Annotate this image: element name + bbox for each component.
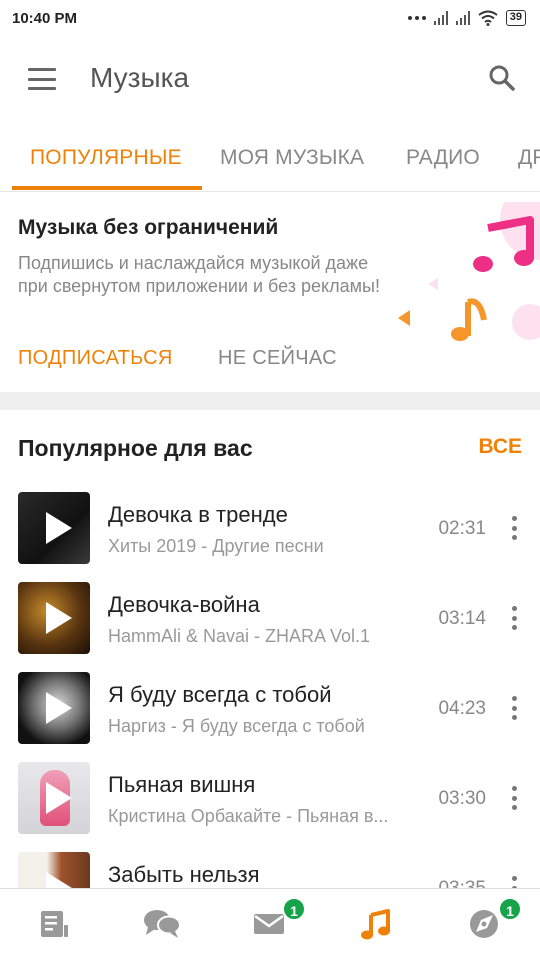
- promo-illustration: [398, 202, 540, 341]
- play-icon[interactable]: [46, 782, 72, 814]
- music-icon: [361, 909, 390, 940]
- section-divider: [0, 392, 540, 410]
- tab-my-music[interactable]: МОЯ МУЗЫКА: [220, 146, 364, 170]
- wifi-icon: [478, 10, 498, 26]
- more-options-icon[interactable]: [512, 516, 518, 540]
- list-item[interactable]: Я буду всегда с тобой Наргиз - Я буду вс…: [0, 672, 540, 762]
- bottom-navigation: 1 1: [0, 888, 540, 960]
- status-time: 10:40 PM: [12, 9, 78, 27]
- subscribe-button[interactable]: ПОДПИСАТЬСЯ: [18, 347, 173, 370]
- play-icon[interactable]: [46, 512, 72, 544]
- track-duration: 02:31: [438, 518, 486, 539]
- list-item[interactable]: Девочка в тренде Хиты 2019 - Другие песн…: [0, 492, 540, 582]
- discover-icon: [470, 910, 498, 938]
- nav-feed[interactable]: [38, 907, 78, 943]
- promo-text: Подпишись и наслаждайся музыкой даже при…: [18, 253, 380, 296]
- track-subtitle: Хиты 2019 - Другие песни: [108, 536, 324, 556]
- signal-icon-2: [455, 11, 470, 25]
- tab-bar: ПОПУЛЯРНЫЕ МОЯ МУЗЫКА РАДИО ДР: [0, 120, 540, 192]
- battery-icon: 39: [505, 10, 526, 26]
- not-now-button[interactable]: НЕ СЕЙЧАС: [218, 347, 337, 370]
- mail-icon: [254, 914, 284, 934]
- menu-icon[interactable]: [28, 68, 56, 90]
- list-item[interactable]: Пьяная вишня Кристина Орбакайте - Пьяная…: [0, 762, 540, 852]
- nav-music[interactable]: [360, 907, 400, 943]
- track-title: Девочка в тренде: [108, 502, 288, 527]
- play-icon[interactable]: [46, 602, 72, 634]
- track-duration: 04:23: [438, 698, 486, 719]
- signal-icon: [433, 11, 448, 25]
- track-duration: 03:30: [438, 788, 486, 809]
- notification-badge: 1: [282, 897, 306, 921]
- track-subtitle: HammAli & Navai - ZHARA Vol.1: [108, 626, 371, 646]
- track-title: Девочка-война: [108, 592, 260, 617]
- tab-radio[interactable]: РАДИО: [406, 146, 480, 170]
- nav-messages[interactable]: 1: [252, 897, 306, 943]
- nav-discover[interactable]: 1: [468, 897, 522, 943]
- track-subtitle: Наргиз - Я буду всегда с тобой: [108, 716, 365, 736]
- album-cover[interactable]: [18, 672, 90, 744]
- notification-dots-icon: [407, 16, 426, 20]
- more-options-icon[interactable]: [512, 606, 518, 630]
- tab-other[interactable]: ДР: [518, 146, 540, 170]
- chat-icon: [144, 910, 181, 938]
- notification-badge: 1: [498, 897, 522, 921]
- page-title: Музыка: [90, 62, 190, 93]
- track-duration: 03:14: [438, 608, 486, 629]
- promo-title: Музыка без ограничений: [18, 216, 279, 239]
- feed-icon: [41, 911, 68, 937]
- track-title: Я буду всегда с тобой: [108, 682, 332, 707]
- nav-chats[interactable]: [142, 907, 182, 943]
- app-bar: Музыка: [0, 40, 540, 118]
- album-cover[interactable]: [18, 492, 90, 564]
- track-subtitle: Кристина Орбакайте - Пьяная в...: [108, 806, 389, 826]
- album-cover[interactable]: [18, 582, 90, 654]
- tab-indicator: [12, 186, 202, 190]
- status-icons: 39: [407, 10, 526, 26]
- see-all-button[interactable]: ВСЕ: [478, 435, 522, 459]
- promo-card: Музыка без ограничений Подпишись и насла…: [0, 192, 540, 392]
- more-options-icon[interactable]: [512, 696, 518, 720]
- tab-popular[interactable]: ПОПУЛЯРНЫЕ: [30, 146, 182, 170]
- track-title: Забыть нельзя: [108, 862, 260, 887]
- list-item[interactable]: Девочка-война HammAli & Navai - ZHARA Vo…: [0, 582, 540, 672]
- album-cover[interactable]: [18, 762, 90, 834]
- track-title: Пьяная вишня: [108, 772, 256, 797]
- more-options-icon[interactable]: [512, 786, 518, 810]
- search-icon[interactable]: [488, 64, 516, 92]
- status-bar: 10:40 PM 39: [0, 0, 540, 36]
- play-icon[interactable]: [46, 692, 72, 724]
- section-title: Популярное для вас: [18, 435, 253, 461]
